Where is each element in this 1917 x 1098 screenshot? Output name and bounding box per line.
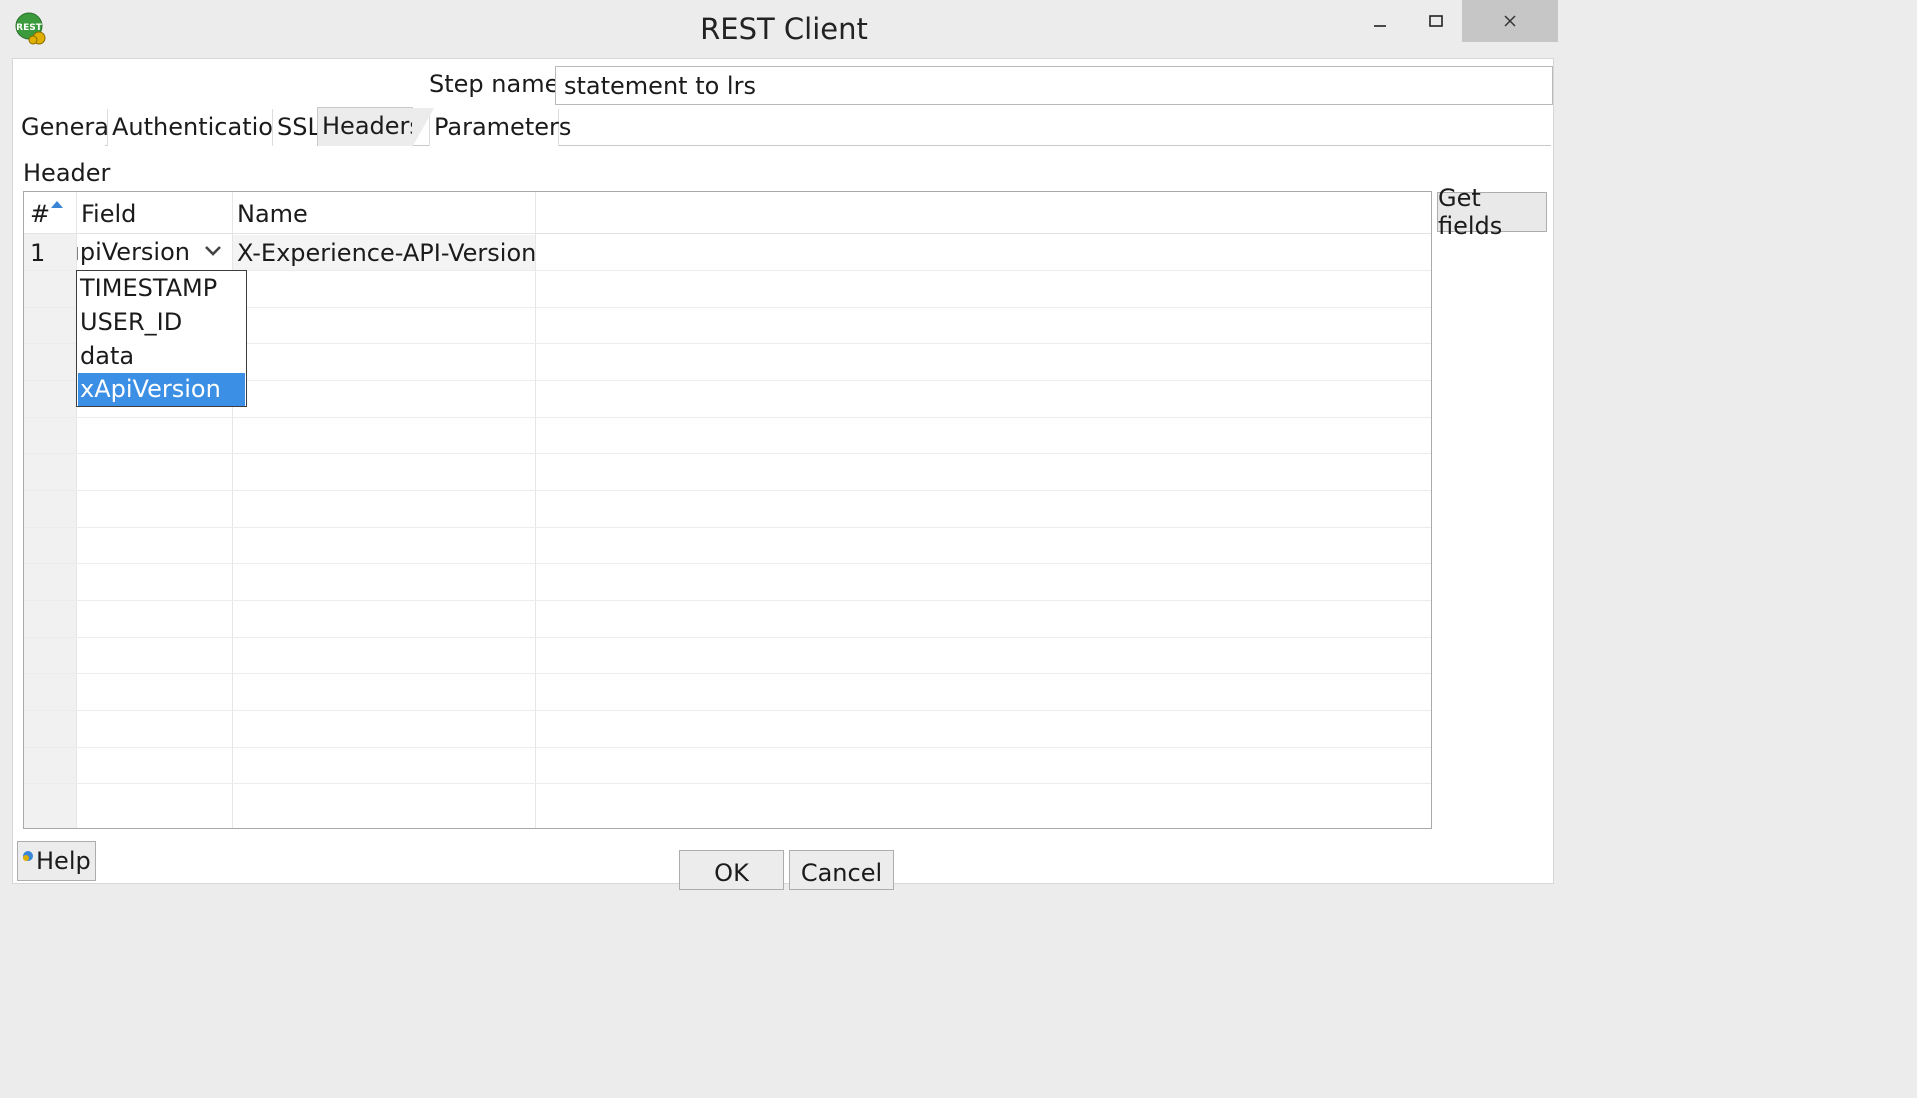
step-name-label: Step name [429, 70, 560, 98]
close-icon [1504, 15, 1516, 27]
step-name-input[interactable] [555, 66, 1553, 105]
table-header: # Field Name [24, 192, 1431, 234]
row-divider [24, 747, 1431, 748]
maximize-button[interactable] [1408, 0, 1464, 42]
header-section-label: Header [23, 159, 111, 187]
minimize-button[interactable] [1352, 0, 1408, 42]
sort-ascending-icon [51, 201, 64, 208]
row-divider [24, 490, 1431, 491]
title-bar: REST REST Client [0, 0, 1568, 58]
field-combo-value: ıpiVersion [77, 238, 190, 266]
name-cell[interactable]: X-Experience-API-Version [237, 239, 536, 267]
column-header-field[interactable]: Field [81, 200, 136, 228]
dialog-body: Step name General Authentication SSL Par… [12, 58, 1554, 890]
dropdown-option[interactable]: TIMESTAMP [78, 272, 245, 305]
row-divider [24, 710, 1431, 711]
column-header-name[interactable]: Name [237, 200, 308, 228]
help-button[interactable]: Help [17, 841, 96, 881]
maximize-icon [1429, 15, 1443, 27]
tab-authentication[interactable]: Authentication [107, 109, 288, 146]
cancel-button[interactable]: Cancel [789, 850, 894, 890]
column-header-number[interactable]: # [30, 200, 64, 228]
tab-headers[interactable]: Headers [317, 107, 434, 147]
row-divider [24, 453, 1431, 454]
dropdown-option[interactable]: USER_ID [78, 306, 245, 339]
help-icon [23, 851, 33, 861]
row-divider [24, 527, 1431, 528]
row-divider [24, 417, 1431, 418]
dropdown-option-selected[interactable]: xApiVersion [78, 373, 245, 406]
row-divider [24, 783, 1431, 784]
close-button[interactable] [1462, 0, 1558, 42]
row-divider [24, 600, 1431, 601]
window-title: REST Client [700, 12, 868, 46]
row-divider [24, 673, 1431, 674]
help-label: Help [36, 847, 91, 875]
row-divider [24, 637, 1431, 638]
row-divider [24, 563, 1431, 564]
tab-parameters[interactable]: Parameters [429, 109, 571, 146]
field-dropdown-list: TIMESTAMP USER_ID data xApiVersion [76, 270, 247, 407]
chevron-down-icon[interactable] [204, 244, 222, 258]
dropdown-option[interactable]: data [78, 340, 245, 373]
get-fields-button[interactable]: Get fields [1437, 184, 1547, 240]
headers-panel: Header # Field Name 1 ıpiVersion X-Exper… [17, 147, 1551, 883]
column-divider [535, 192, 536, 828]
column-header-number-label: # [30, 200, 51, 228]
ok-button[interactable]: OK [679, 850, 784, 890]
minimize-icon [1374, 25, 1386, 27]
tab-ssl[interactable]: SSL [272, 109, 321, 146]
row-number-cell: 1 [30, 239, 46, 267]
tab-general[interactable]: General [17, 109, 116, 146]
row-number-column [24, 234, 76, 828]
